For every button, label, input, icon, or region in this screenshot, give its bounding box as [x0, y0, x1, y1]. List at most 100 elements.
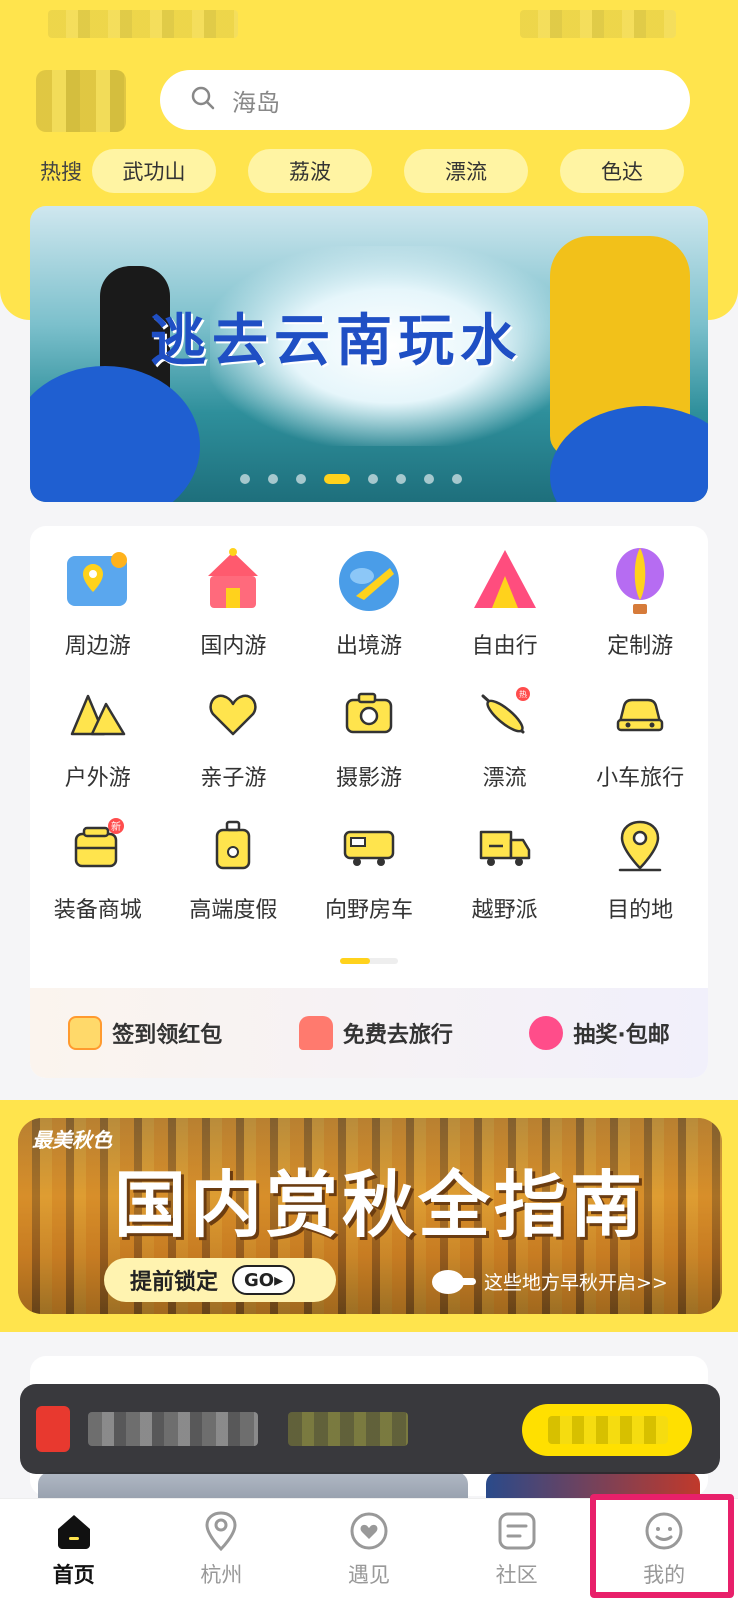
category-label: 摄影游: [335, 766, 402, 791]
category-label: 定制游: [607, 634, 674, 659]
category-nearby-tour[interactable]: 周边游: [30, 546, 166, 678]
category-domestic-tour[interactable]: 国内游: [166, 546, 302, 678]
category-label: 亲子游: [200, 766, 267, 791]
category-label: 自由行: [471, 634, 538, 659]
nav-meet[interactable]: 遇见: [295, 1499, 443, 1600]
category-label: 小车旅行: [596, 766, 685, 791]
search-input[interactable]: 海岛: [160, 70, 690, 130]
category-off-road[interactable]: 越野派: [437, 810, 573, 942]
calendar-icon: [68, 1016, 103, 1050]
pagination-dot-active: [324, 474, 350, 484]
promo-free-travel[interactable]: 免费去旅行: [298, 1016, 453, 1050]
tent-icon: [470, 546, 540, 616]
category-custom-tour[interactable]: 定制游: [572, 546, 708, 678]
backpack-icon: 新: [70, 818, 126, 874]
banner-cloud-left: [30, 366, 200, 502]
early-autumn-link[interactable]: 这些地方早秋开启>>: [484, 1268, 668, 1295]
category-photo-tour[interactable]: 摄影游: [301, 678, 437, 810]
hot-search-row: 热搜 武功山 荔波 漂流 色达: [40, 148, 700, 194]
main-banner[interactable]: 逃去云南玩水: [30, 206, 708, 502]
category-label: 向野房车: [324, 898, 413, 923]
claim-coupon-button[interactable]: [522, 1404, 692, 1456]
promo-lottery[interactable]: 抽奖·包邮: [529, 1016, 670, 1050]
globe-plane-icon: [334, 546, 404, 616]
category-rafting[interactable]: 热 漂流: [437, 678, 573, 810]
profile-tab-highlight: [590, 1494, 734, 1598]
category-label: 出境游: [335, 634, 402, 659]
nav-label: 遇见: [347, 1563, 390, 1587]
banner-pagination: [240, 472, 480, 486]
coupon-amount-blurred: [288, 1412, 408, 1446]
hot-search-chip[interactable]: 荔波: [248, 149, 372, 193]
main-banner-title: 逃去云南玩水: [150, 308, 522, 374]
go-button[interactable]: GO▸: [232, 1265, 296, 1295]
red-packet-icon: [36, 1406, 70, 1452]
category-rv[interactable]: 向野房车: [301, 810, 437, 942]
category-free-travel[interactable]: 自由行: [437, 546, 573, 678]
category-outdoor-tour[interactable]: 户外游: [30, 678, 166, 810]
promo-checkin-redpacket[interactable]: 签到领红包: [68, 1016, 222, 1050]
hot-search-chip[interactable]: 漂流: [404, 149, 528, 193]
double-heart-icon: [205, 686, 261, 742]
pagination-dot: [268, 474, 278, 484]
car-icon: [612, 686, 668, 742]
nav-home[interactable]: 首页: [0, 1499, 148, 1600]
category-family-tour[interactable]: 亲子游: [166, 678, 302, 810]
autumn-banner-tag: 最美秋色: [32, 1128, 112, 1152]
nav-label: 首页: [52, 1563, 95, 1587]
category-label: 越野派: [471, 898, 538, 923]
pagination-dot: [396, 474, 406, 484]
lock-early-label: 提前锁定: [130, 1270, 219, 1295]
new-user-coupon-bar[interactable]: [20, 1384, 720, 1474]
hot-search-label: 热搜: [40, 160, 82, 184]
truck-icon: [477, 818, 533, 874]
pagination-dot: [424, 474, 434, 484]
promo-label: 签到领红包: [112, 1023, 223, 1048]
category-page-indicator: [340, 958, 398, 964]
pagination-dot: [240, 474, 250, 484]
hot-search-chip[interactable]: 武功山: [92, 149, 216, 193]
category-card: 周边游 国内游 出境游 自由行 定制游 户外游 亲子游 摄影游 热 漂流 小车旅…: [30, 526, 708, 1078]
kayak-icon: 热: [477, 686, 533, 742]
category-label: 户外游: [64, 766, 131, 791]
nav-label: 社区: [495, 1563, 538, 1587]
nav-city[interactable]: 杭州: [148, 1499, 296, 1600]
pagination-dot: [368, 474, 378, 484]
promo-label: 免费去旅行: [342, 1023, 453, 1048]
svg-text:热: 热: [519, 689, 527, 699]
svg-text:新: 新: [111, 820, 121, 833]
location-pin-icon: [199, 1509, 243, 1553]
status-bar-left-blurred: [48, 10, 238, 38]
mountain-icon: [70, 686, 126, 742]
rv-icon: [341, 818, 397, 874]
community-icon: [495, 1509, 539, 1553]
promo-strip: 签到领红包 免费去旅行 抽奖·包邮: [30, 988, 708, 1078]
category-label: 高端度假: [189, 898, 278, 923]
autumn-banner[interactable]: 最美秋色 国内赏秋全指南 提前锁定 GO▸ 这些地方早秋开启>>: [18, 1118, 722, 1314]
heart-circle-icon: [347, 1509, 391, 1553]
pointing-hand-icon: [428, 1264, 478, 1302]
category-grid: 周边游 国内游 出境游 自由行 定制游 户外游 亲子游 摄影游 热 漂流 小车旅…: [30, 546, 708, 942]
autumn-banner-title: 国内赏秋全指南: [114, 1163, 647, 1247]
treasure-chest-icon: [298, 1016, 333, 1050]
category-outbound-tour[interactable]: 出境游: [301, 546, 437, 678]
map-pin-icon: [63, 546, 133, 616]
nav-community[interactable]: 社区: [443, 1499, 591, 1600]
pagination-dot: [452, 474, 462, 484]
category-label: 漂流: [482, 766, 527, 791]
camera-icon: [341, 686, 397, 742]
hot-air-balloon-icon: [605, 546, 675, 616]
hot-search-chip[interactable]: 色达: [560, 149, 684, 193]
suitcase-icon: [205, 818, 261, 874]
category-destination[interactable]: 目的地: [572, 810, 708, 942]
category-label: 国内游: [200, 634, 267, 659]
category-luxury-vacation[interactable]: 高端度假: [166, 810, 302, 942]
lock-early-button[interactable]: 提前锁定 GO▸: [104, 1258, 336, 1302]
category-gear-mall[interactable]: 新 装备商城: [30, 810, 166, 942]
home-icon: [52, 1509, 96, 1553]
category-car-travel[interactable]: 小车旅行: [572, 678, 708, 810]
location-pin-icon: [612, 818, 668, 874]
pagination-dot: [296, 474, 306, 484]
location-selector-blurred[interactable]: [36, 70, 126, 132]
category-label: 周边游: [64, 634, 131, 659]
